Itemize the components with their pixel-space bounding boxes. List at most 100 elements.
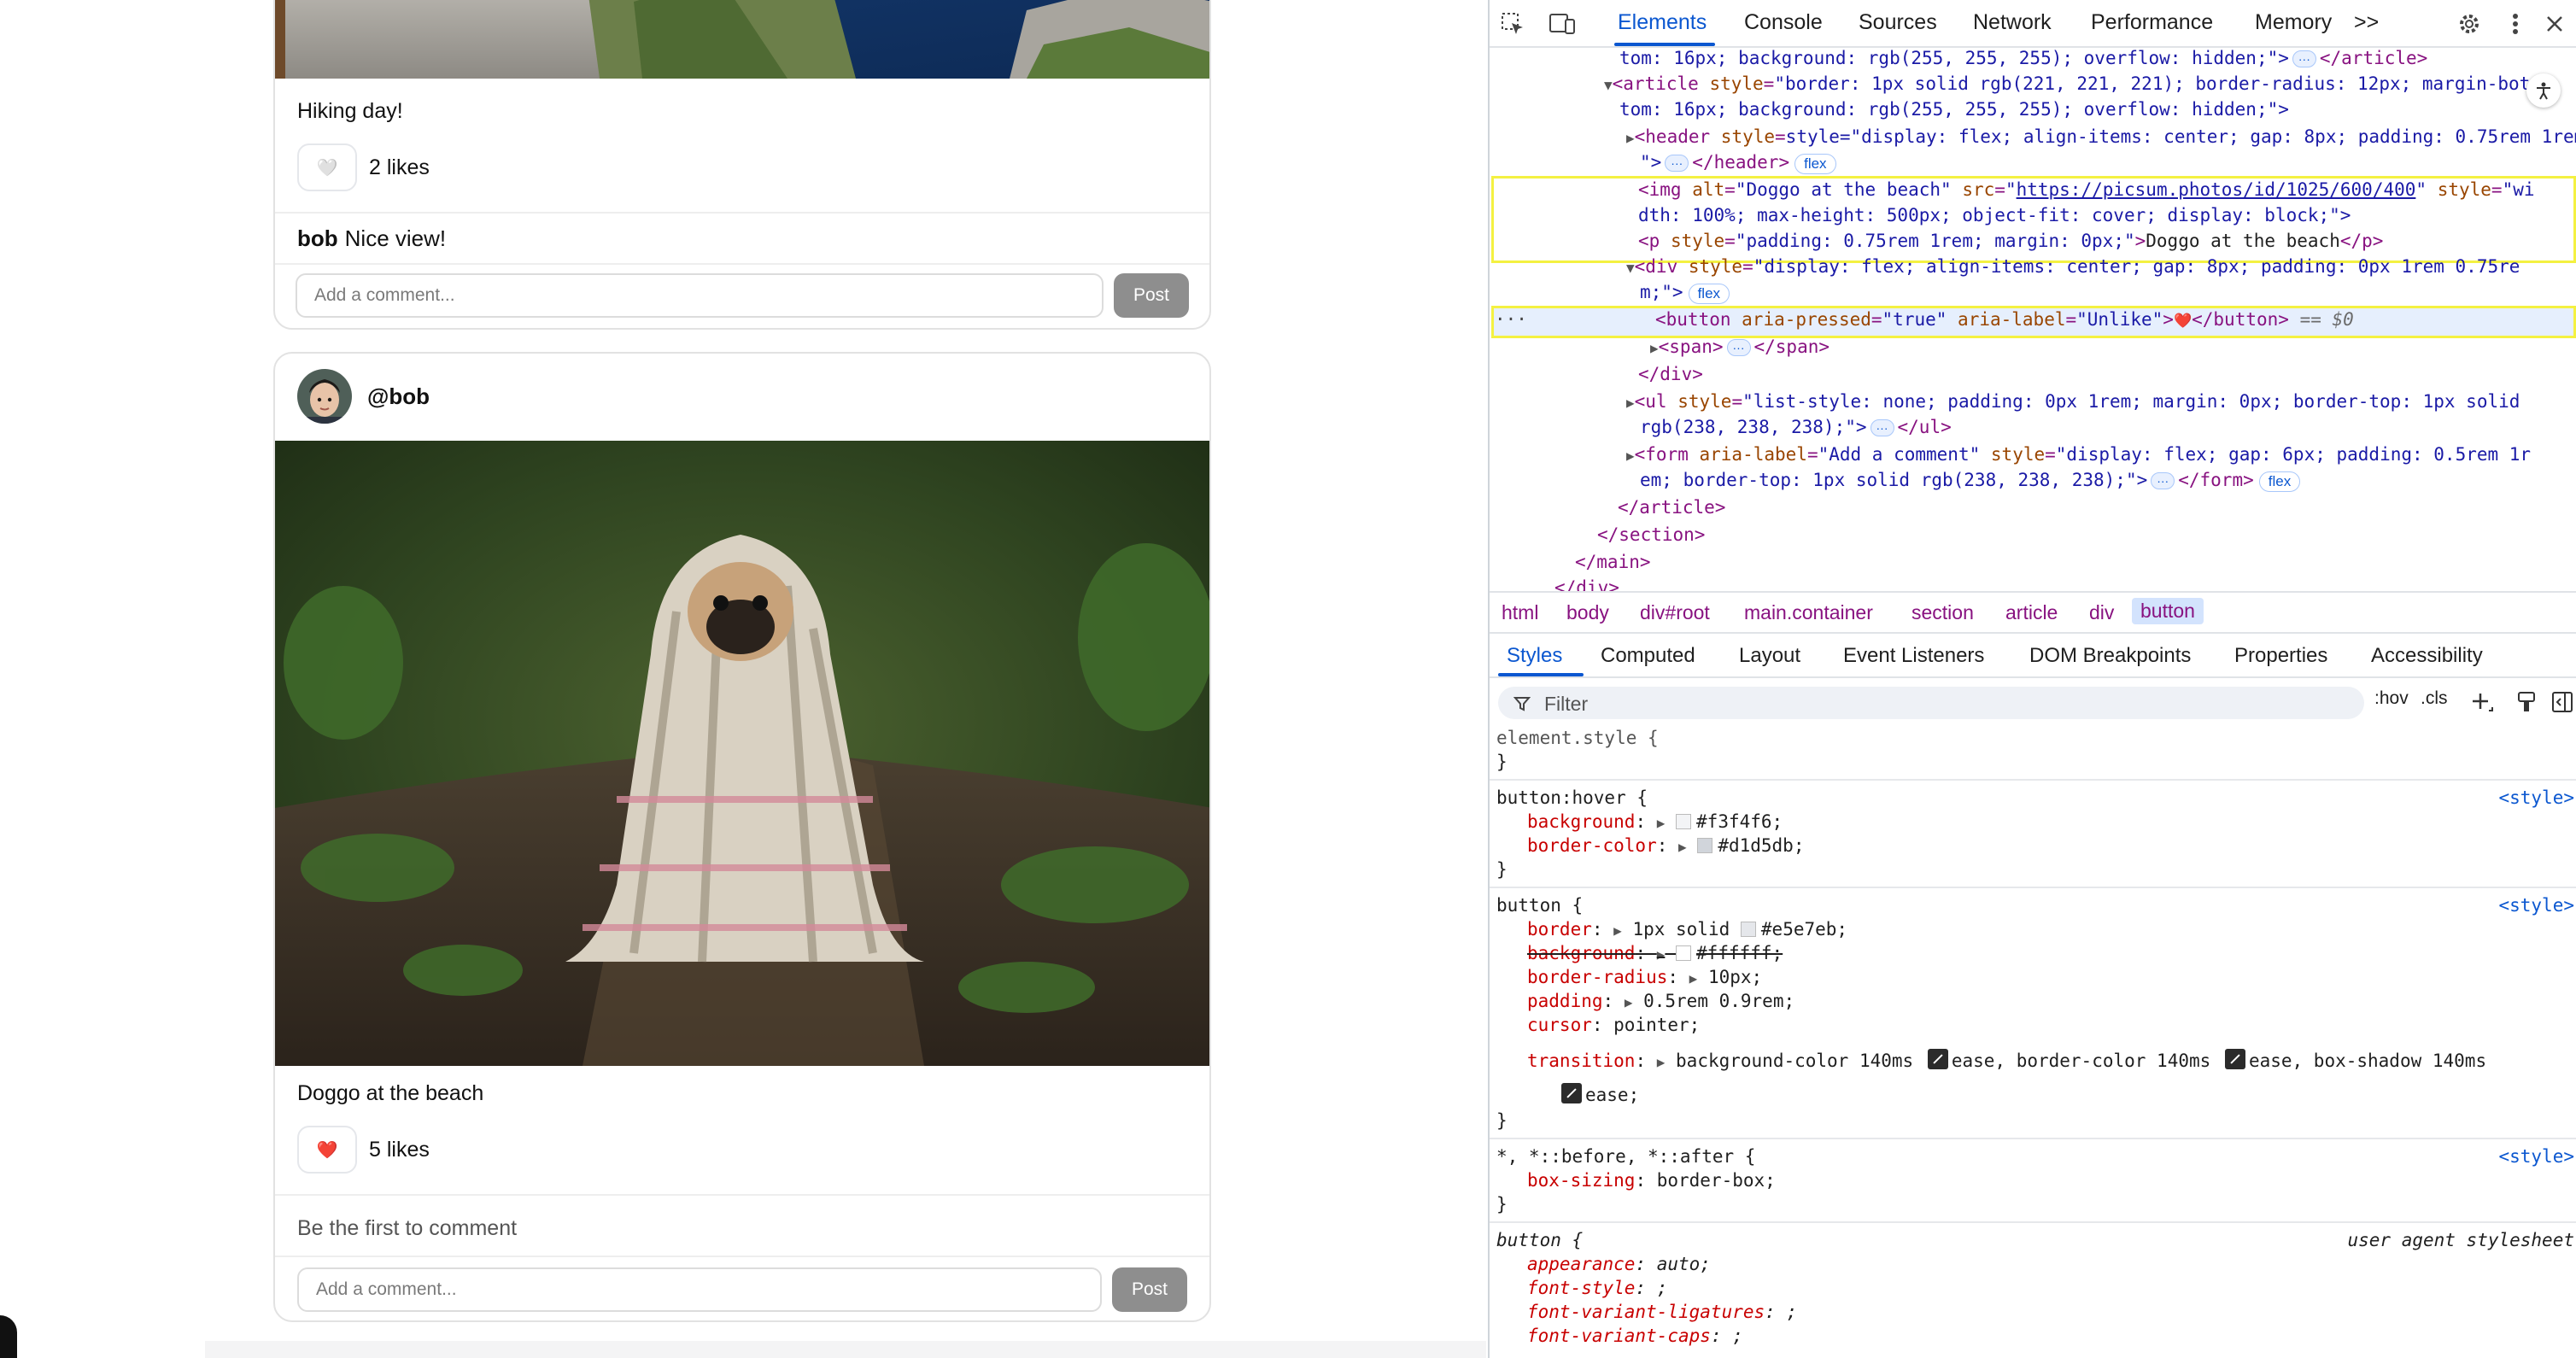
comment-input[interactable]: [296, 273, 1104, 318]
style-declaration[interactable]: box-sizing: border-box;: [1527, 1170, 1776, 1191]
tab-computed[interactable]: Computed: [1601, 644, 1695, 668]
rule-close: }: [1496, 1194, 1508, 1215]
hov-toggle[interactable]: :hov: [2374, 688, 2409, 709]
avatar[interactable]: [297, 369, 352, 424]
rule-selector[interactable]: button {: [1496, 895, 1583, 916]
tab-styles[interactable]: Styles: [1507, 644, 1562, 668]
style-declaration[interactable]: font-variant-caps: ;: [1527, 1326, 1743, 1346]
dom-line-form[interactable]: ▶<form aria-label="Add a comment" style=…: [1626, 444, 2531, 465]
post-comment-button[interactable]: Post: [1114, 273, 1189, 318]
style-declaration[interactable]: background: ▶ #f3f4f6;: [1527, 811, 1783, 832]
style-declaration[interactable]: transition: ▶ background-color 140ms eas…: [1527, 1049, 2486, 1071]
rule-selector[interactable]: element.style {: [1496, 728, 1659, 748]
dom-line[interactable]: m;"> flex: [1640, 282, 1730, 304]
color-swatch[interactable]: [1697, 838, 1713, 853]
rule-selector[interactable]: button {: [1496, 1230, 1583, 1250]
post-caption: Doggo at the beach: [297, 1081, 484, 1105]
style-declaration-overridden[interactable]: background: ▶ #ffffff;: [1527, 943, 1783, 963]
easing-editor-icon[interactable]: [2224, 1049, 2245, 1069]
tab-dom-breakpoints[interactable]: DOM Breakpoints: [2029, 644, 2191, 668]
tab-performance[interactable]: Performance: [2091, 10, 2213, 35]
dom-line[interactable]: dth: 100%; max-height: 500px; object-fit…: [1638, 205, 2351, 225]
dom-line[interactable]: </article>: [1618, 497, 1725, 518]
style-declaration[interactable]: font-style: ;: [1527, 1278, 1667, 1298]
dom-line-button-selected[interactable]: ···: [1495, 309, 1527, 330]
breadcrumb-item-active[interactable]: button: [2132, 598, 2204, 624]
post-comment-button[interactable]: Post: [1112, 1267, 1187, 1312]
username[interactable]: @bob: [367, 383, 430, 410]
dom-line[interactable]: tom: 16px; background: rgb(255, 255, 255…: [1619, 99, 2289, 120]
breadcrumb-item[interactable]: div: [2089, 601, 2114, 624]
breadcrumb-item[interactable]: section: [1912, 601, 1974, 624]
device-toolbar-icon[interactable]: [1548, 10, 1577, 38]
easing-editor-icon[interactable]: [1561, 1083, 1582, 1103]
rule-selector[interactable]: *, *::before, *::after {: [1496, 1146, 1755, 1167]
comment-item: bob Nice view!: [297, 225, 446, 252]
accessibility-icon[interactable]: [2526, 73, 2561, 108]
dom-line-button[interactable]: <button aria-pressed="true" aria-label="…: [1655, 309, 2354, 330]
inspect-element-icon[interactable]: [1498, 10, 1527, 38]
more-options-icon[interactable]: [2501, 10, 2530, 38]
style-declaration[interactable]: appearance: auto;: [1527, 1254, 1711, 1274]
style-declaration-cont[interactable]: ease;: [1558, 1083, 1639, 1105]
breadcrumb-item[interactable]: body: [1566, 601, 1609, 624]
comment-input[interactable]: [297, 1267, 1102, 1312]
tab-memory[interactable]: Memory: [2255, 10, 2332, 35]
rule-selector[interactable]: button:hover {: [1496, 787, 1648, 808]
tab-elements[interactable]: Elements: [1618, 10, 1707, 35]
tab-sources[interactable]: Sources: [1859, 10, 1937, 35]
tab-event-listeners[interactable]: Event Listeners: [1843, 644, 1984, 668]
color-swatch[interactable]: [1676, 814, 1692, 829]
rule-divider: [1490, 1138, 2576, 1139]
style-declaration[interactable]: border-radius: ▶ 10px;: [1527, 967, 1762, 987]
toggle-sidebar-icon[interactable]: [2550, 690, 2574, 714]
breadcrumb-item[interactable]: article: [2005, 601, 2058, 624]
dom-line[interactable]: </main>: [1575, 552, 1651, 572]
unlike-button[interactable]: ❤️: [297, 1126, 357, 1174]
tab-network[interactable]: Network: [1973, 10, 2052, 35]
breadcrumb-item[interactable]: div#root: [1640, 601, 1710, 624]
dom-line[interactable]: "> ··· </header> flex: [1640, 152, 1836, 174]
style-declaration[interactable]: font-variant-ligatures: ;: [1527, 1302, 1797, 1322]
dom-line[interactable]: </div>: [1554, 577, 1619, 591]
style-source-link[interactable]: <style>: [2498, 895, 2574, 916]
tab-layout[interactable]: Layout: [1739, 644, 1800, 668]
dom-line-img[interactable]: <img alt="Doggo at the beach" src="https…: [1638, 179, 2535, 200]
style-declaration[interactable]: border-color: ▶ #d1d5db;: [1527, 835, 1804, 856]
new-style-rule-icon[interactable]: [2470, 690, 2494, 714]
more-tabs-button[interactable]: >>: [2354, 10, 2379, 35]
close-icon[interactable]: [2540, 10, 2569, 38]
style-source-link[interactable]: <style>: [2498, 787, 2574, 808]
computed-styles-paint-icon[interactable]: [2516, 690, 2538, 714]
style-declaration[interactable]: cursor: pointer;: [1527, 1015, 1700, 1035]
like-button[interactable]: 🤍: [297, 143, 357, 191]
breadcrumb-item[interactable]: main.container: [1744, 601, 1873, 624]
breadcrumb-item[interactable]: html: [1502, 601, 1538, 624]
style-declaration[interactable]: border: ▶ 1px solid #e5e7eb;: [1527, 919, 1847, 939]
dom-line-header[interactable]: ▶<header style=style="display: flex; ali…: [1626, 126, 2576, 147]
dom-line[interactable]: </div>: [1638, 364, 1703, 384]
tab-accessibility[interactable]: Accessibility: [2371, 644, 2483, 668]
settings-gear-icon[interactable]: [2455, 10, 2484, 38]
dom-line[interactable]: </section>: [1597, 524, 1705, 545]
dom-line-div[interactable]: ▼<div style="display: flex; align-items:…: [1626, 256, 2520, 277]
style-declaration[interactable]: padding: ▶ 0.5rem 0.9rem;: [1527, 991, 1794, 1011]
easing-editor-icon[interactable]: [1927, 1049, 1948, 1069]
like-row: ❤️ 5 likes: [297, 1126, 430, 1174]
dom-line-article[interactable]: ▼<article style="border: 1px solid rgb(2…: [1604, 73, 2530, 94]
tab-console[interactable]: Console: [1744, 10, 1823, 35]
dom-line[interactable]: rgb(238, 238, 238);"> ··· </ul>: [1640, 417, 1952, 437]
cls-toggle[interactable]: .cls: [2421, 688, 2448, 709]
dom-line[interactable]: tom: 16px; background: rgb(255, 255, 255…: [1619, 48, 2427, 68]
dom-line-span[interactable]: ▶<span> ··· </span>: [1650, 337, 1830, 357]
style-source-link[interactable]: <style>: [2498, 1146, 2574, 1167]
tab-properties[interactable]: Properties: [2234, 644, 2327, 668]
dom-line-ul[interactable]: ▶<ul style="list-style: none; padding: 0…: [1626, 391, 2520, 412]
color-swatch[interactable]: [1676, 945, 1692, 961]
rule-close: }: [1496, 1110, 1508, 1131]
dom-line-p[interactable]: <p style="padding: 0.75rem 1rem; margin:…: [1638, 231, 2383, 251]
styles-pane: element.style { } button:hover { <style>…: [1490, 728, 2576, 1358]
color-swatch[interactable]: [1740, 922, 1756, 937]
filter-input[interactable]: [1543, 692, 2315, 716]
dom-line[interactable]: em; border-top: 1px solid rgb(238, 238, …: [1640, 470, 2301, 492]
